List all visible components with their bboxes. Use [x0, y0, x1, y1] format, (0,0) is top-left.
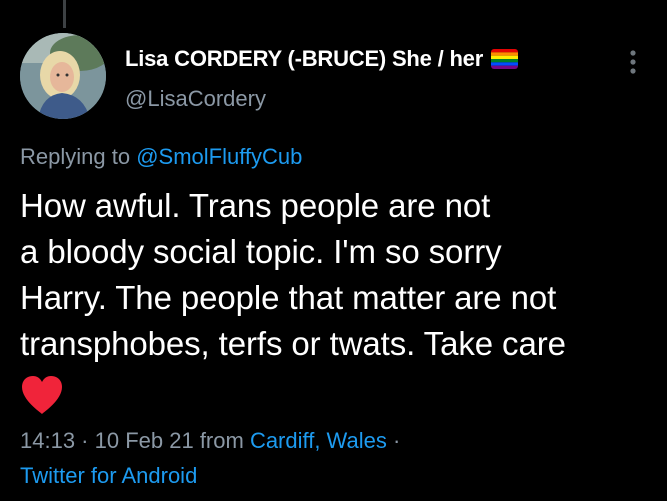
tweet-time[interactable]: 14:13 — [20, 428, 75, 453]
tweet-date[interactable]: 10 Feb 21 — [95, 428, 194, 453]
red-heart-icon — [20, 374, 64, 416]
author-handle[interactable]: @LisaCordery — [125, 86, 266, 112]
author-name-row[interactable]: Lisa CORDERY (-BRUCE) She / her — [125, 44, 519, 74]
replying-to: Replying to @SmolFluffyCub — [20, 144, 302, 170]
meta-separator: · — [75, 428, 95, 453]
tweet-line: Harry. The people that matter are not — [20, 279, 557, 316]
thread-connector-line — [63, 0, 66, 28]
tweet-text: How awful. Trans people are not a bloody… — [20, 183, 660, 367]
tweet-line: a bloody social topic. I'm so sorry — [20, 233, 502, 270]
location-link[interactable]: Cardiff, Wales — [250, 428, 387, 453]
more-options-icon[interactable] — [625, 46, 641, 78]
author-display-name[interactable]: Lisa CORDERY (-BRUCE) She / her — [125, 46, 483, 72]
meta-separator: · — [386, 428, 401, 453]
reply-mention-link[interactable]: @SmolFluffyCub — [136, 144, 302, 169]
meta-from-label: from — [193, 428, 250, 453]
rainbow-flag-icon — [491, 49, 519, 69]
avatar[interactable] — [20, 33, 106, 119]
tweet-line: transphobes, terfs or twats. Take care — [20, 325, 566, 362]
replying-to-label: Replying to — [20, 144, 131, 169]
tweet-meta: 14:13 · 10 Feb 21 from Cardiff, Wales · — [20, 428, 400, 454]
tweet-line: How awful. Trans people are not — [20, 187, 491, 224]
tweet-source-link[interactable]: Twitter for Android — [20, 463, 197, 489]
